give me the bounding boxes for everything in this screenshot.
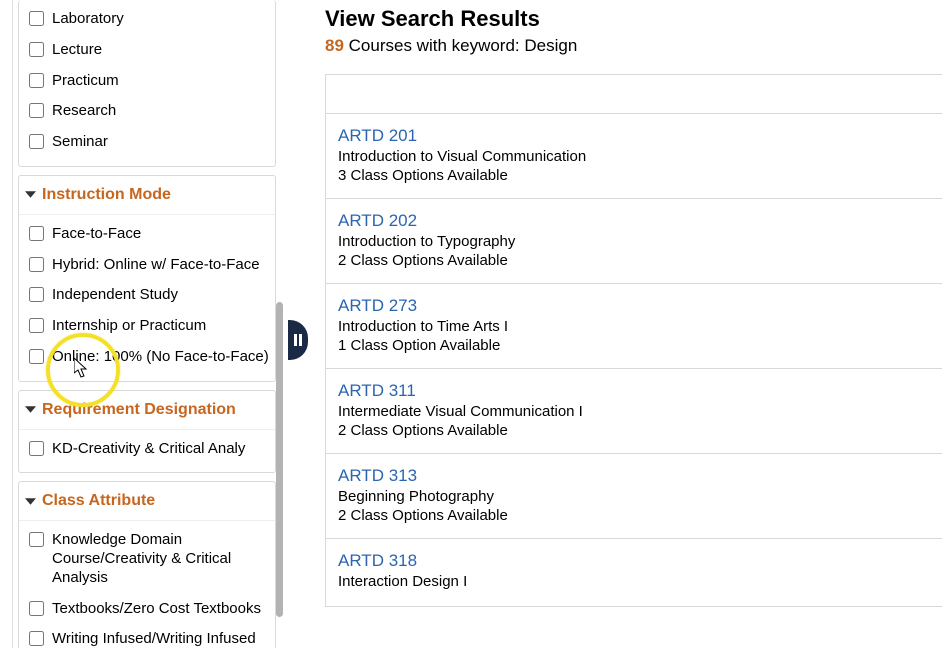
checkbox-seminar[interactable] xyxy=(29,134,44,149)
checkbox-kd-creativity[interactable] xyxy=(29,441,44,456)
filter-item-laboratory[interactable]: Laboratory xyxy=(29,4,269,35)
results-count: 89 xyxy=(325,36,344,55)
course-item[interactable]: ARTD 313 Beginning Photography 2 Class O… xyxy=(326,454,942,539)
filter-sidebar: Laboratory Lecture Practicum Research Se… xyxy=(13,0,276,648)
course-code: ARTD 201 xyxy=(338,126,932,146)
course-options: 1 Class Option Available xyxy=(338,337,932,354)
filter-header-class-attribute[interactable]: Class Attribute xyxy=(19,482,275,521)
course-item[interactable]: ARTD 201 Introduction to Visual Communic… xyxy=(326,114,942,199)
sidebar-scrollbar-thumb[interactable] xyxy=(276,302,283,617)
course-title: Introduction to Time Arts I xyxy=(338,318,932,335)
course-item[interactable]: ARTD 202 Introduction to Typography 2 Cl… xyxy=(326,199,942,284)
checkbox-research[interactable] xyxy=(29,103,44,118)
filter-item-zero-cost-textbooks[interactable]: Textbooks/Zero Cost Textbooks xyxy=(29,594,269,625)
course-list: ARTD 201 Introduction to Visual Communic… xyxy=(325,74,942,607)
filter-item-knowledge-domain[interactable]: Knowledge Domain Course/Creativity & Cri… xyxy=(29,525,269,593)
checkbox-practicum[interactable] xyxy=(29,73,44,88)
course-code: ARTD 313 xyxy=(338,466,932,486)
results-panel: View Search Results 89 Courses with keyw… xyxy=(321,0,942,648)
filter-item-online-100[interactable]: Online: 100% (No Face-to-Face) xyxy=(29,342,269,373)
filter-label: Face-to-Face xyxy=(52,225,269,244)
course-options: 2 Class Options Available xyxy=(338,422,932,439)
course-item[interactable]: ARTD 318 Interaction Design I xyxy=(326,539,942,606)
filter-group-instruction-mode: Instruction Mode Face-to-Face Hybrid: On… xyxy=(18,175,276,382)
filter-item-independent-study[interactable]: Independent Study xyxy=(29,280,269,311)
pause-icon xyxy=(292,333,304,347)
filter-label: Seminar xyxy=(52,133,269,152)
caret-down-icon xyxy=(25,404,36,415)
filter-header-instruction-mode[interactable]: Instruction Mode xyxy=(19,176,275,215)
checkbox-knowledge-domain[interactable] xyxy=(29,532,44,547)
filter-label: Textbooks/Zero Cost Textbooks xyxy=(52,600,269,619)
checkbox-laboratory[interactable] xyxy=(29,11,44,26)
filter-item-kd-creativity[interactable]: KD-Creativity & Critical Analy xyxy=(29,434,269,465)
course-code: ARTD 273 xyxy=(338,296,932,316)
filter-group-requirement-designation: Requirement Designation KD-Creativity & … xyxy=(18,390,276,474)
checkbox-internship-practicum[interactable] xyxy=(29,318,44,333)
filter-item-hybrid[interactable]: Hybrid: Online w/ Face-to-Face xyxy=(29,250,269,281)
course-code: ARTD 202 xyxy=(338,211,932,231)
course-options: 2 Class Options Available xyxy=(338,507,932,524)
filter-item-research[interactable]: Research xyxy=(29,96,269,127)
filter-label: Internship or Practicum xyxy=(52,317,269,336)
course-title: Introduction to Typography xyxy=(338,233,932,250)
checkbox-face-to-face[interactable] xyxy=(29,226,44,241)
filter-label: Practicum xyxy=(52,72,269,91)
caret-down-icon xyxy=(25,496,36,507)
checkbox-lecture[interactable] xyxy=(29,42,44,57)
filter-label: KD-Creativity & Critical Analy xyxy=(52,440,269,459)
filter-label: Knowledge Domain Course/Creativity & Cri… xyxy=(52,531,269,587)
filter-item-lecture[interactable]: Lecture xyxy=(29,35,269,66)
checkbox-online-100[interactable] xyxy=(29,349,44,364)
course-code: ARTD 311 xyxy=(338,381,932,401)
course-item[interactable]: ARTD 273 Introduction to Time Arts I 1 C… xyxy=(326,284,942,369)
course-code: ARTD 318 xyxy=(338,551,932,571)
filter-header-label: Instruction Mode xyxy=(42,186,171,204)
filter-label: Laboratory xyxy=(52,10,269,29)
checkbox-hybrid[interactable] xyxy=(29,257,44,272)
course-options: 3 Class Options Available xyxy=(338,167,932,184)
filter-header-label: Class Attribute xyxy=(42,492,155,510)
course-options: 2 Class Options Available xyxy=(338,252,932,269)
filter-header-requirement-designation[interactable]: Requirement Designation xyxy=(19,391,275,430)
caret-down-icon xyxy=(25,189,36,200)
checkbox-zero-cost-textbooks[interactable] xyxy=(29,601,44,616)
filter-item-face-to-face[interactable]: Face-to-Face xyxy=(29,219,269,250)
checkbox-writing-infused[interactable] xyxy=(29,631,44,646)
filter-label: Independent Study xyxy=(52,286,269,305)
course-title: Introduction to Visual Communication xyxy=(338,148,932,165)
filter-item-internship-practicum[interactable]: Internship or Practicum xyxy=(29,311,269,342)
results-subtitle-text: Courses with keyword: Design xyxy=(344,36,577,55)
filter-label: Hybrid: Online w/ Face-to-Face xyxy=(52,256,269,275)
filter-group-course-type: Laboratory Lecture Practicum Research Se… xyxy=(18,0,276,167)
results-subtitle: 89 Courses with keyword: Design xyxy=(325,36,942,56)
filter-label: Writing Infused/Writing Infused Course xyxy=(52,630,269,648)
collapse-sidebar-button[interactable] xyxy=(288,320,308,360)
checkbox-independent-study[interactable] xyxy=(29,287,44,302)
page-title: View Search Results xyxy=(325,6,942,32)
filter-item-practicum[interactable]: Practicum xyxy=(29,66,269,97)
filter-header-label: Requirement Designation xyxy=(42,401,236,419)
filter-item-writing-infused[interactable]: Writing Infused/Writing Infused Course xyxy=(29,624,269,648)
course-item[interactable]: ARTD 311 Intermediate Visual Communicati… xyxy=(326,369,942,454)
filter-label: Online: 100% (No Face-to-Face) xyxy=(52,348,269,367)
course-title: Intermediate Visual Communication I xyxy=(338,403,932,420)
filter-item-seminar[interactable]: Seminar xyxy=(29,127,269,158)
filter-label: Lecture xyxy=(52,41,269,60)
course-title: Interaction Design I xyxy=(338,573,932,590)
course-list-header-spacer xyxy=(326,75,942,114)
filter-label: Research xyxy=(52,102,269,121)
course-title: Beginning Photography xyxy=(338,488,932,505)
filter-group-class-attribute: Class Attribute Knowledge Domain Course/… xyxy=(18,481,276,648)
